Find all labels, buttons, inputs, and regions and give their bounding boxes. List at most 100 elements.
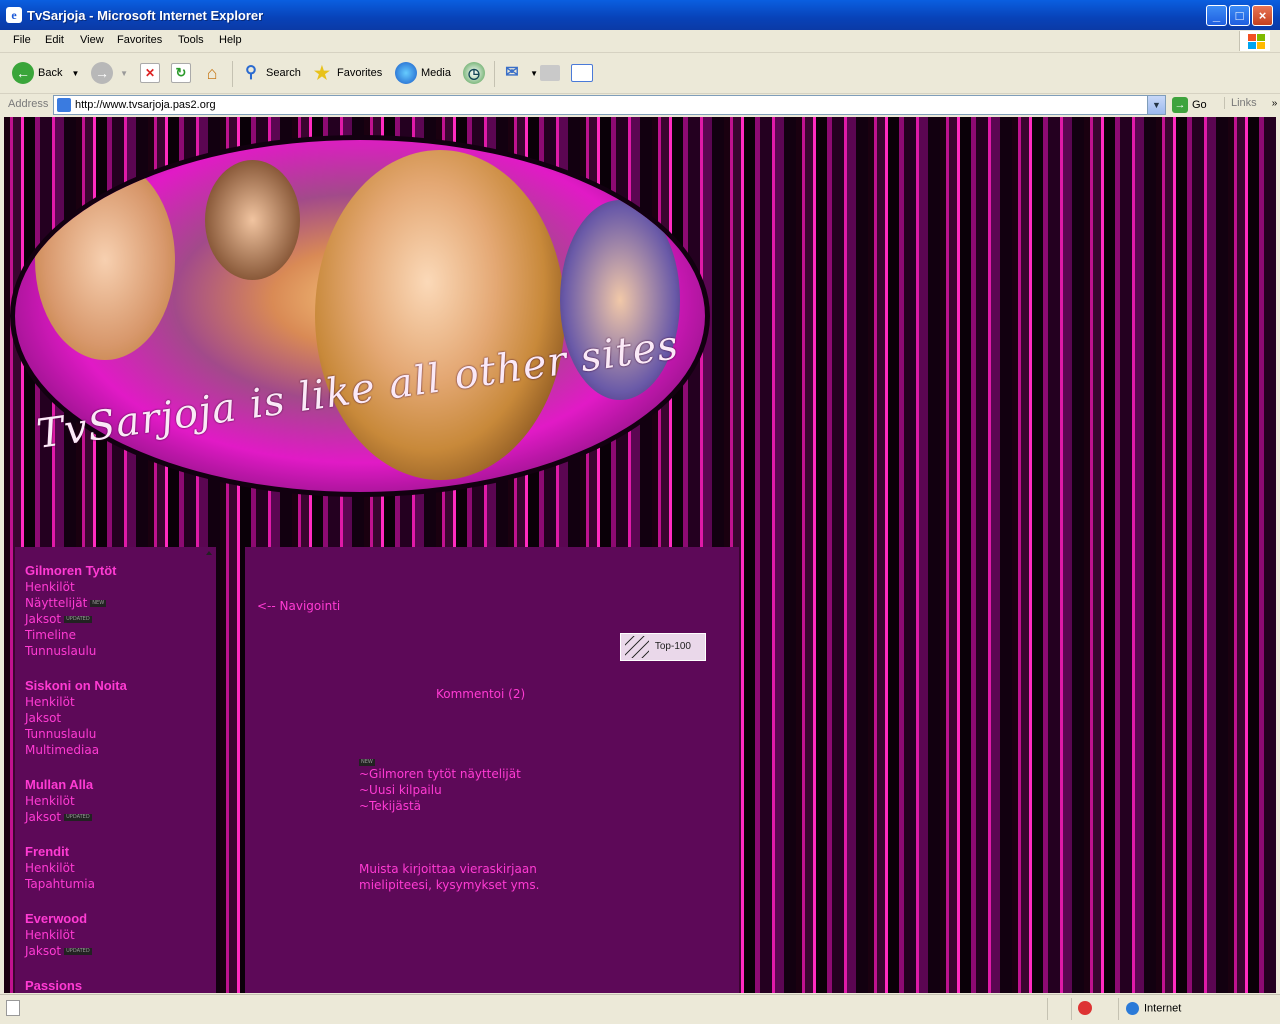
blocked-content-icon xyxy=(1078,1001,1092,1015)
nav-link-henkilot[interactable]: Henkilöt xyxy=(25,860,95,876)
new-badge: NEW xyxy=(359,759,375,766)
status-cell xyxy=(1071,998,1118,1020)
mail-icon: ✉ xyxy=(505,64,519,82)
nav-section-title[interactable]: Gilmoren Tytöt xyxy=(25,563,116,579)
home-button[interactable]: ⌂ xyxy=(201,61,227,85)
mail-button[interactable]: ✉ ▼ xyxy=(501,61,538,85)
nav-link-timeline[interactable]: Timeline xyxy=(25,627,116,643)
comment-link[interactable]: Kommentoi (2) xyxy=(436,686,525,702)
menu-file[interactable]: File xyxy=(13,34,31,46)
nav-section-title[interactable]: Mullan Alla xyxy=(25,777,93,793)
sidebar-nav: Gilmoren Tytöt Henkilöt Näyttelijät NEW J… xyxy=(15,547,216,993)
back-button[interactable]: ← Back ▼ xyxy=(12,61,79,85)
menu-bar: File Edit View Favorites Tools Help xyxy=(0,30,1280,53)
window-title: TvSarjoja - Microsoft Internet Explorer xyxy=(27,8,264,23)
new-badge: NEW xyxy=(90,600,107,607)
zone-label: Internet xyxy=(1144,1002,1182,1015)
search-button[interactable]: ⚲ Search xyxy=(240,61,301,85)
close-button[interactable]: × xyxy=(1252,5,1273,26)
forward-arrow-icon: → xyxy=(91,62,113,85)
forward-button[interactable]: → ▼ xyxy=(91,61,128,85)
menu-tools[interactable]: Tools xyxy=(178,34,204,46)
nav-section-title[interactable]: Siskoni on Noita xyxy=(25,678,127,694)
stop-button[interactable]: ✕ xyxy=(140,61,164,85)
refresh-icon: ↻ xyxy=(171,63,191,84)
page-icon xyxy=(57,98,71,112)
links-button[interactable]: Links » xyxy=(1224,97,1277,109)
nav-link-henkilot[interactable]: Henkilöt xyxy=(25,793,93,809)
menu-favorites[interactable]: Favorites xyxy=(117,34,162,46)
banner-portrait xyxy=(35,160,175,360)
news-link[interactable]: ~Gilmoren tytöt näyttelijät xyxy=(359,766,521,782)
menu-view[interactable]: View xyxy=(80,34,104,46)
search-icon: ⚲ xyxy=(245,64,257,82)
nav-section-frendit: Frendit Henkilöt Tapahtumia xyxy=(25,844,95,892)
nav-link-henkilot[interactable]: Henkilöt xyxy=(25,694,127,710)
favorites-label: Favorites xyxy=(337,67,383,79)
history-clock-icon: ◷ xyxy=(463,62,485,85)
forward-dropdown-icon[interactable]: ▼ xyxy=(120,69,128,78)
address-bar: Address http://www.tvsarjoja.pas2.org ▼ … xyxy=(0,94,1280,117)
back-arrow-icon: ← xyxy=(12,62,34,85)
favorites-star-icon: ★ xyxy=(313,63,331,84)
security-zone: Internet xyxy=(1126,1002,1181,1015)
nav-link-tapahtumia[interactable]: Tapahtumia xyxy=(25,876,95,892)
nav-link-henkilot[interactable]: Henkilöt xyxy=(25,579,116,595)
nav-section-title[interactable]: Everwood xyxy=(25,911,92,927)
media-globe-icon xyxy=(395,62,417,85)
links-label: Links xyxy=(1231,97,1257,109)
header-banner: TvSarjoja is like all other sites xyxy=(4,117,741,547)
chevron-right-icon: » xyxy=(1271,98,1278,109)
go-button[interactable]: → Go xyxy=(1172,97,1207,113)
refresh-button[interactable]: ↻ xyxy=(171,61,195,85)
nav-section-everwood: Everwood Henkilöt Jaksot UPDATED xyxy=(25,911,92,959)
scroll-up-icon[interactable] xyxy=(206,551,212,555)
media-button[interactable]: Media xyxy=(395,61,451,85)
top100-label: Top-100 xyxy=(654,641,691,652)
back-dropdown-icon[interactable]: ▼ xyxy=(72,69,80,78)
nav-link-nayttelijat[interactable]: Näyttelijät NEW xyxy=(25,595,116,611)
news-link[interactable]: ~Tekijästä xyxy=(359,798,521,814)
back-label: Back xyxy=(38,67,63,79)
nav-link-jaksot[interactable]: Jaksot xyxy=(25,710,127,726)
status-cell xyxy=(1047,998,1072,1020)
go-arrow-icon: → xyxy=(1172,97,1188,113)
print-icon xyxy=(540,65,560,82)
title-bar: e TvSarjoja - Microsoft Internet Explore… xyxy=(0,0,1280,30)
mail-dropdown-icon[interactable]: ▼ xyxy=(530,69,538,78)
nav-link-jaksot[interactable]: Jaksot UPDATED xyxy=(25,611,116,627)
menu-help[interactable]: Help xyxy=(219,34,242,46)
nav-link-jaksot[interactable]: Jaksot UPDATED xyxy=(25,943,92,959)
history-button[interactable]: ◷ xyxy=(463,61,489,85)
nav-link-jaksot[interactable]: Jaksot UPDATED xyxy=(25,809,93,825)
internet-explorer-icon: e xyxy=(6,7,22,23)
edit-button[interactable] xyxy=(571,61,597,85)
address-dropdown-icon[interactable]: ▼ xyxy=(1147,96,1165,114)
updated-badge: UPDATED xyxy=(64,814,92,821)
search-label: Search xyxy=(266,67,301,79)
address-input[interactable]: http://www.tvsarjoja.pas2.org ▼ xyxy=(53,95,1166,115)
status-bar: Internet xyxy=(0,994,1280,1024)
news-link[interactable]: ~Uusi kilpailu xyxy=(359,782,521,798)
main-content: <-- Navigointi Top-100 Kommentoi (2) NEW… xyxy=(245,547,739,993)
updated-badge: UPDATED xyxy=(64,948,92,955)
maximize-button[interactable]: □ xyxy=(1229,5,1250,26)
nav-link-multimediaa[interactable]: Multimediaa xyxy=(25,742,127,758)
address-url[interactable]: http://www.tvsarjoja.pas2.org xyxy=(75,99,216,111)
address-label: Address xyxy=(8,98,49,110)
menu-edit[interactable]: Edit xyxy=(45,34,64,46)
nav-section-passions: Passions xyxy=(25,978,82,993)
minimize-button[interactable]: _ xyxy=(1206,5,1227,26)
nav-section-title[interactable]: Passions xyxy=(25,978,82,993)
print-button[interactable] xyxy=(540,61,564,85)
nav-link-tunnuslaulu[interactable]: Tunnuslaulu xyxy=(25,726,127,742)
media-label: Media xyxy=(421,67,451,79)
banner-portrait xyxy=(315,150,565,480)
nav-link-henkilot[interactable]: Henkilöt xyxy=(25,927,92,943)
favorites-button[interactable]: ★ Favorites xyxy=(311,61,382,85)
nav-section-title[interactable]: Frendit xyxy=(25,844,95,860)
nav-link-tunnuslaulu[interactable]: Tunnuslaulu xyxy=(25,643,116,659)
top100-button[interactable]: Top-100 xyxy=(620,633,706,661)
navigation-hint: <-- Navigointi xyxy=(257,599,341,613)
nav-section-gilmoren-tytot: Gilmoren Tytöt Henkilöt Näyttelijät NEW J… xyxy=(25,563,116,659)
